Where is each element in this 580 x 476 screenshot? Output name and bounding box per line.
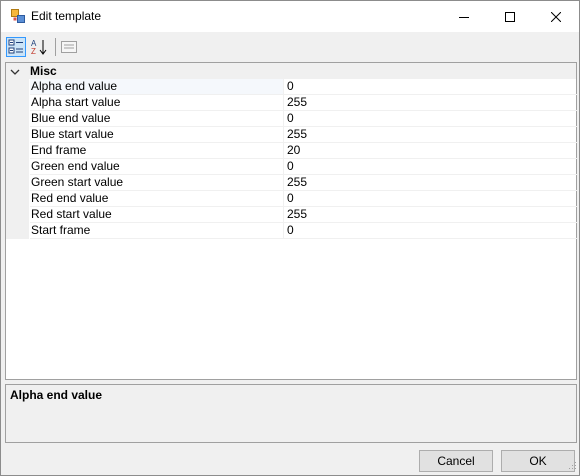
categorized-icon xyxy=(8,39,23,54)
category-label: Misc xyxy=(30,64,57,78)
row-gutter xyxy=(6,79,29,95)
property-row[interactable]: Start frame 0 xyxy=(6,223,577,239)
svg-text:Z: Z xyxy=(31,47,36,56)
property-name[interactable]: Green start value xyxy=(30,175,283,191)
property-row[interactable]: Green end value 0 xyxy=(6,159,577,175)
row-gutter xyxy=(6,207,29,223)
property-row[interactable]: Blue start value 255 xyxy=(6,127,577,143)
categorized-button[interactable] xyxy=(6,37,26,57)
minimize-button[interactable] xyxy=(441,1,487,32)
maximize-button[interactable] xyxy=(487,1,533,32)
property-name[interactable]: Red end value xyxy=(30,191,283,207)
maximize-icon xyxy=(505,11,515,22)
row-gutter xyxy=(6,223,29,239)
property-name[interactable]: Alpha end value xyxy=(30,79,283,95)
row-gutter xyxy=(6,143,29,159)
row-gutter xyxy=(6,175,29,191)
resize-grip-icon[interactable] xyxy=(567,459,577,473)
ok-button[interactable]: OK xyxy=(501,450,575,472)
property-name[interactable]: Blue start value xyxy=(30,127,283,143)
app-template-icon xyxy=(11,9,25,23)
property-value[interactable]: 20 xyxy=(284,143,577,159)
property-row[interactable]: End frame 20 xyxy=(6,143,577,159)
toolbar-separator xyxy=(55,38,56,56)
property-name[interactable]: End frame xyxy=(30,143,283,159)
description-pane: Alpha end value xyxy=(5,384,577,443)
edit-template-window: Edit template A Z Misc Alpha end value 0… xyxy=(0,0,580,476)
property-value[interactable]: 0 xyxy=(284,159,577,175)
alphabetical-button[interactable]: A Z xyxy=(29,37,49,57)
category-row-misc[interactable]: Misc xyxy=(6,63,576,79)
sort-az-icon: A Z xyxy=(31,39,47,56)
cancel-button[interactable]: Cancel xyxy=(419,450,493,472)
property-name[interactable]: Start frame xyxy=(30,223,283,239)
property-name[interactable]: Red start value xyxy=(30,207,283,223)
chevron-down-icon[interactable] xyxy=(10,66,20,80)
property-value[interactable]: 0 xyxy=(284,111,577,127)
property-row[interactable]: Blue end value 0 xyxy=(6,111,577,127)
property-value[interactable]: 0 xyxy=(284,79,577,95)
property-row[interactable]: Red end value 0 xyxy=(6,191,577,207)
property-value[interactable]: 0 xyxy=(284,223,577,239)
property-name[interactable]: Blue end value xyxy=(30,111,283,127)
property-grid-toolbar: A Z xyxy=(1,32,579,62)
property-row[interactable]: Alpha start value 255 xyxy=(6,95,577,111)
property-row[interactable]: Green start value 255 xyxy=(6,175,577,191)
close-icon xyxy=(551,11,561,22)
property-pages-button[interactable] xyxy=(59,37,79,57)
property-row[interactable]: Alpha end value 0 xyxy=(6,79,577,95)
property-value[interactable]: 0 xyxy=(284,191,577,207)
row-gutter xyxy=(6,95,29,111)
close-button[interactable] xyxy=(533,1,579,32)
row-gutter xyxy=(6,159,29,175)
property-row[interactable]: Red start value 255 xyxy=(6,207,577,223)
property-value[interactable]: 255 xyxy=(284,207,577,223)
property-value[interactable]: 255 xyxy=(284,175,577,191)
window-title: Edit template xyxy=(31,9,102,23)
property-name[interactable]: Alpha start value xyxy=(30,95,283,111)
row-gutter xyxy=(6,191,29,207)
property-pages-icon xyxy=(61,41,77,53)
property-value[interactable]: 255 xyxy=(284,95,577,111)
description-title: Alpha end value xyxy=(10,388,103,402)
row-gutter xyxy=(6,127,29,143)
property-value[interactable]: 255 xyxy=(284,127,577,143)
title-bar[interactable]: Edit template xyxy=(1,1,579,32)
property-grid[interactable]: Misc Alpha end value 0 Alpha start value… xyxy=(5,62,577,380)
minimize-icon xyxy=(459,16,469,18)
property-name[interactable]: Green end value xyxy=(30,159,283,175)
row-gutter xyxy=(6,111,29,127)
